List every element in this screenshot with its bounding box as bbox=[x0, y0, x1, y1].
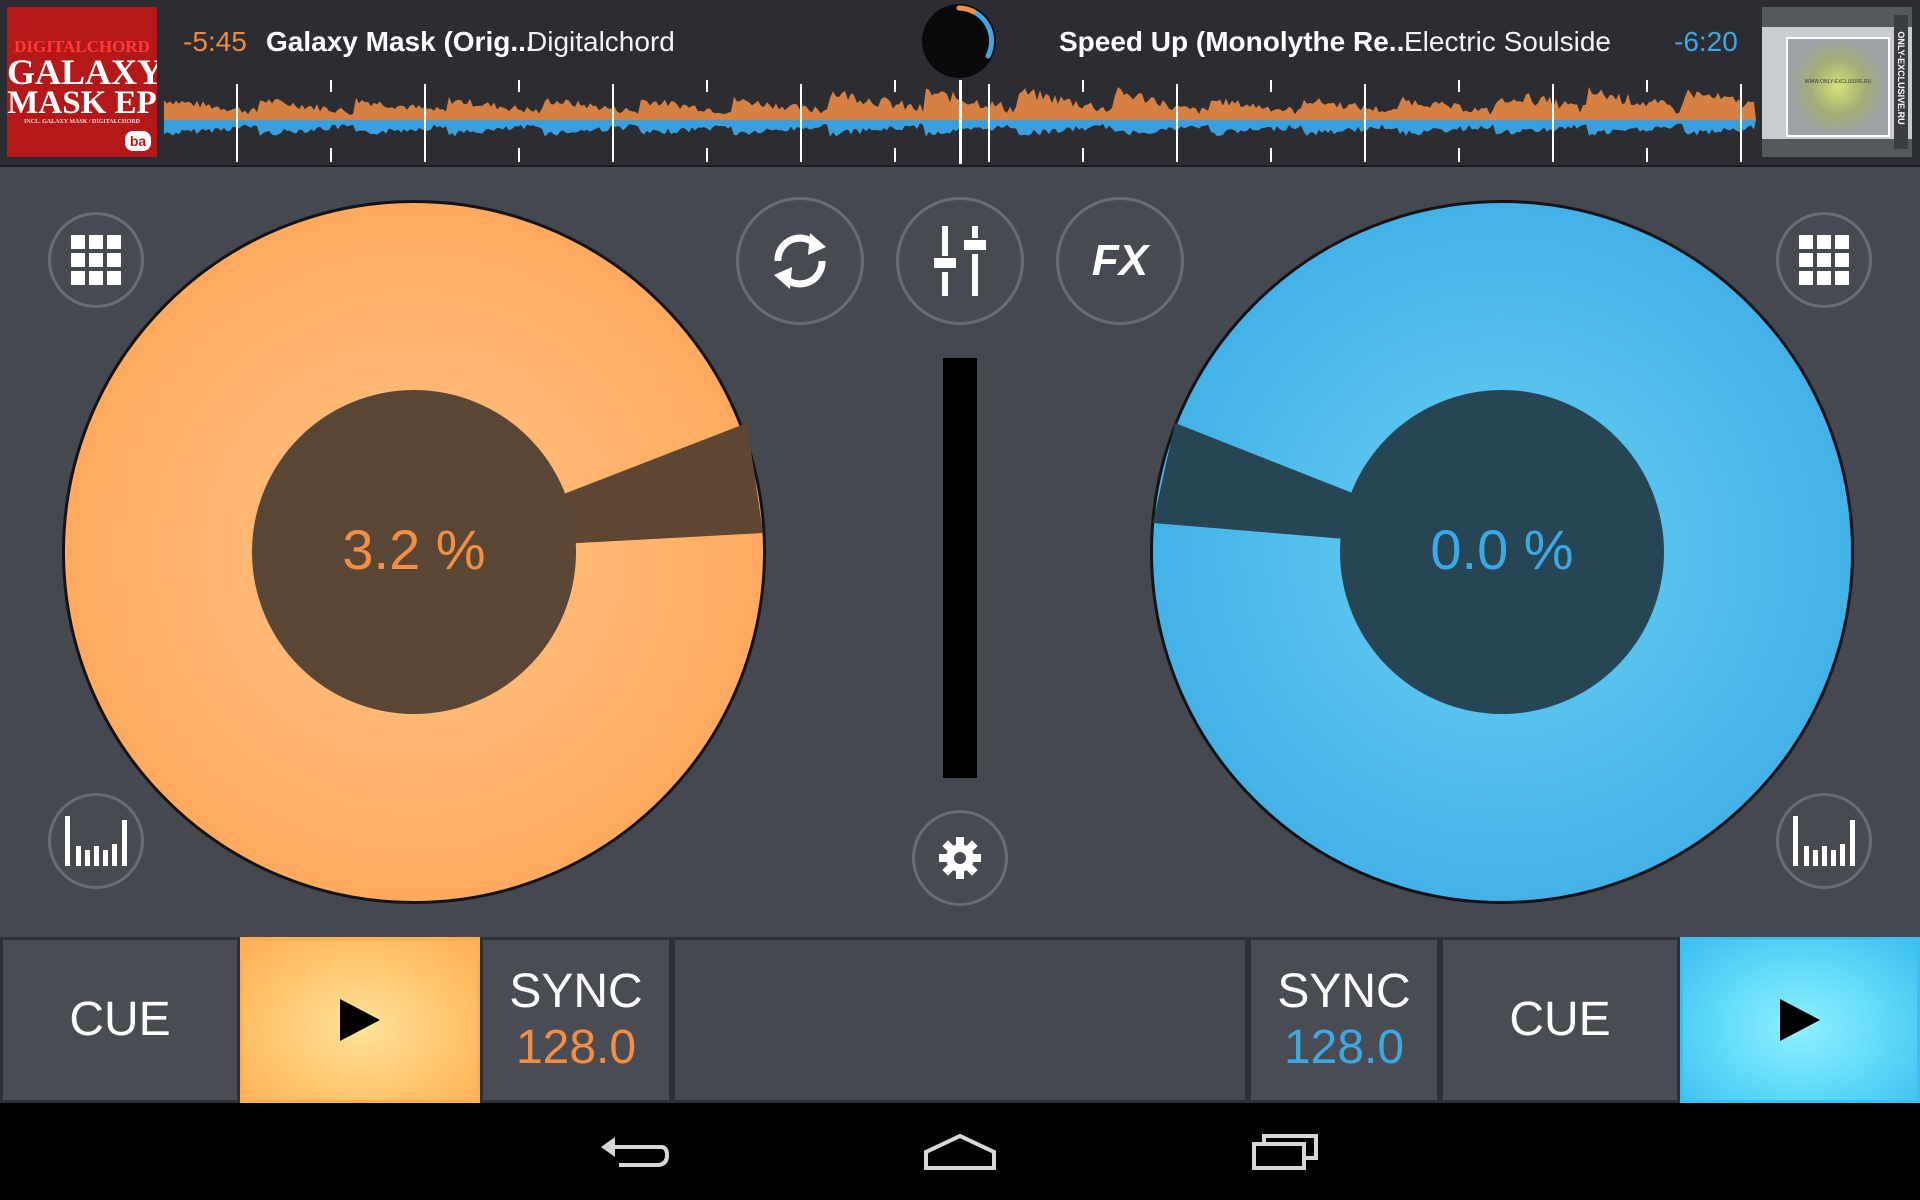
pitch-readout-right: 0.0 % bbox=[1430, 518, 1574, 581]
beat-marker bbox=[800, 148, 802, 162]
track-artist-left: Digitalchord bbox=[527, 26, 675, 57]
beat-marker bbox=[518, 148, 520, 162]
jog-center-left: 3.2 % bbox=[252, 390, 576, 714]
beat-marker bbox=[1646, 148, 1648, 162]
cover-art-left[interactable]: DIGITALCHORD GALAXY MASK EP INCL. GALAXY… bbox=[7, 7, 157, 157]
beat-marker bbox=[518, 80, 520, 92]
jog-wheel-left[interactable]: 3.2 % bbox=[62, 200, 766, 904]
jog-wheel-right[interactable]: 0.0 % bbox=[1150, 200, 1854, 904]
home-icon bbox=[924, 1133, 996, 1170]
playhead bbox=[959, 80, 962, 164]
sync-button-right[interactable]: SYNC 128.0 bbox=[1248, 937, 1440, 1103]
play-button-left[interactable] bbox=[240, 937, 480, 1103]
cover-left-logo: ba bbox=[125, 131, 151, 151]
beat-marker bbox=[706, 80, 708, 92]
eq-bars-icon bbox=[65, 816, 127, 866]
beat-marker bbox=[1270, 80, 1272, 92]
play-icon bbox=[1780, 999, 1820, 1041]
cue-label-left: CUE bbox=[69, 993, 171, 1046]
bpm-readout-left: 128.0 bbox=[515, 1021, 637, 1074]
knob-arc-icon bbox=[956, 5, 995, 59]
cover-right-center-text: WWW.ONLY-EXCLUSIVE.RU bbox=[1804, 79, 1872, 85]
loop-button[interactable] bbox=[736, 197, 864, 325]
play-button-right[interactable] bbox=[1680, 937, 1920, 1103]
beat-marker bbox=[1458, 80, 1460, 92]
track-title-left: Galaxy Mask (Orig... bbox=[266, 26, 534, 57]
pads-button-left[interactable] bbox=[48, 212, 144, 308]
transport-bar: CUE SYNC 128.0 SYNC 128.0 CUE bbox=[0, 937, 1920, 1103]
eq-button-right[interactable] bbox=[1776, 793, 1872, 889]
cover-left-title-1: GALAXY bbox=[7, 52, 157, 92]
beat-marker bbox=[1082, 148, 1084, 162]
beat-marker bbox=[424, 148, 426, 162]
bpm-readout-right: 128.0 bbox=[1283, 1021, 1405, 1074]
crossfader-track[interactable] bbox=[943, 358, 977, 778]
cover-right-top-band bbox=[1762, 7, 1912, 27]
fx-button[interactable]: FX bbox=[1056, 197, 1184, 325]
track-title-right: Speed Up (Monolythe Re... bbox=[1059, 26, 1413, 57]
system-nav-bar bbox=[0, 1103, 1920, 1200]
time-remaining-left: -5:45 bbox=[183, 26, 247, 57]
cover-right-side-band: ONLY-EXCLUSIVE.RU bbox=[1894, 15, 1908, 149]
beat-marker bbox=[1082, 80, 1084, 92]
eq-button-left[interactable] bbox=[48, 793, 144, 889]
beat-marker bbox=[894, 148, 896, 162]
cue-button-right[interactable]: CUE bbox=[1440, 937, 1680, 1103]
cover-right-side-text: ONLY-EXCLUSIVE.RU bbox=[1896, 31, 1906, 125]
cover-left-title-2: MASK EP bbox=[7, 85, 157, 121]
fx-label: FX bbox=[1091, 236, 1149, 285]
sync-label-left: SYNC bbox=[509, 965, 643, 1018]
beat-marker bbox=[330, 80, 332, 92]
nav-recent-button[interactable] bbox=[1240, 1121, 1330, 1181]
cover-right-bottom-band bbox=[1762, 139, 1912, 157]
nav-back-button[interactable] bbox=[590, 1121, 680, 1181]
eq-bars-icon bbox=[1793, 816, 1855, 866]
nav-home-button[interactable] bbox=[915, 1121, 1005, 1181]
master-knob[interactable] bbox=[922, 4, 996, 78]
beat-marker bbox=[1552, 148, 1554, 162]
waveform-overview[interactable] bbox=[164, 80, 1756, 164]
top-bar: DIGITALCHORD GALAXY MASK EP INCL. GALAXY… bbox=[0, 0, 1920, 167]
beat-marker bbox=[1458, 148, 1460, 162]
sync-button-left[interactable]: SYNC 128.0 bbox=[480, 937, 672, 1103]
beat-marker bbox=[706, 148, 708, 162]
sync-label-right: SYNC bbox=[1277, 965, 1411, 1018]
beat-marker bbox=[1270, 148, 1272, 162]
beat-marker bbox=[894, 80, 896, 92]
time-remaining-right: -6:20 bbox=[1674, 26, 1738, 57]
pad-grid-icon bbox=[1799, 235, 1849, 285]
cover-left-subtitle: INCL. GALAXY MASK / DIGITALCHORD bbox=[24, 119, 140, 125]
back-arrow-icon bbox=[601, 1137, 670, 1167]
mixer-button[interactable] bbox=[896, 197, 1024, 325]
recent-apps-icon bbox=[1252, 1134, 1318, 1170]
jog-center-right: 0.0 % bbox=[1340, 390, 1664, 714]
settings-button[interactable] bbox=[912, 810, 1008, 906]
mixer-sliders-icon bbox=[934, 226, 986, 296]
beat-marker bbox=[236, 148, 238, 162]
loop-icon bbox=[774, 233, 826, 289]
beat-marker bbox=[1176, 148, 1178, 162]
cue-label-right: CUE bbox=[1509, 993, 1611, 1046]
beat-marker bbox=[330, 148, 332, 162]
beat-marker bbox=[1364, 148, 1366, 162]
beat-marker bbox=[1740, 148, 1742, 162]
pads-button-right[interactable] bbox=[1776, 212, 1872, 308]
pad-grid-icon bbox=[71, 235, 121, 285]
play-icon bbox=[340, 999, 380, 1041]
track-artist-right: Electric Soulside bbox=[1404, 26, 1611, 57]
cover-art-right[interactable]: WWW.ONLY-EXCLUSIVE.RU ONLY-EXCLUSIVE.RU bbox=[1762, 7, 1912, 157]
cover-right-square: WWW.ONLY-EXCLUSIVE.RU bbox=[1786, 37, 1890, 137]
beat-marker bbox=[988, 148, 990, 162]
cue-button-left[interactable]: CUE bbox=[0, 937, 240, 1103]
beat-marker bbox=[612, 148, 614, 162]
center-panel bbox=[672, 937, 1248, 1103]
beat-marker bbox=[1646, 80, 1648, 92]
pitch-readout-left: 3.2 % bbox=[342, 518, 486, 581]
gear-icon bbox=[939, 837, 981, 879]
